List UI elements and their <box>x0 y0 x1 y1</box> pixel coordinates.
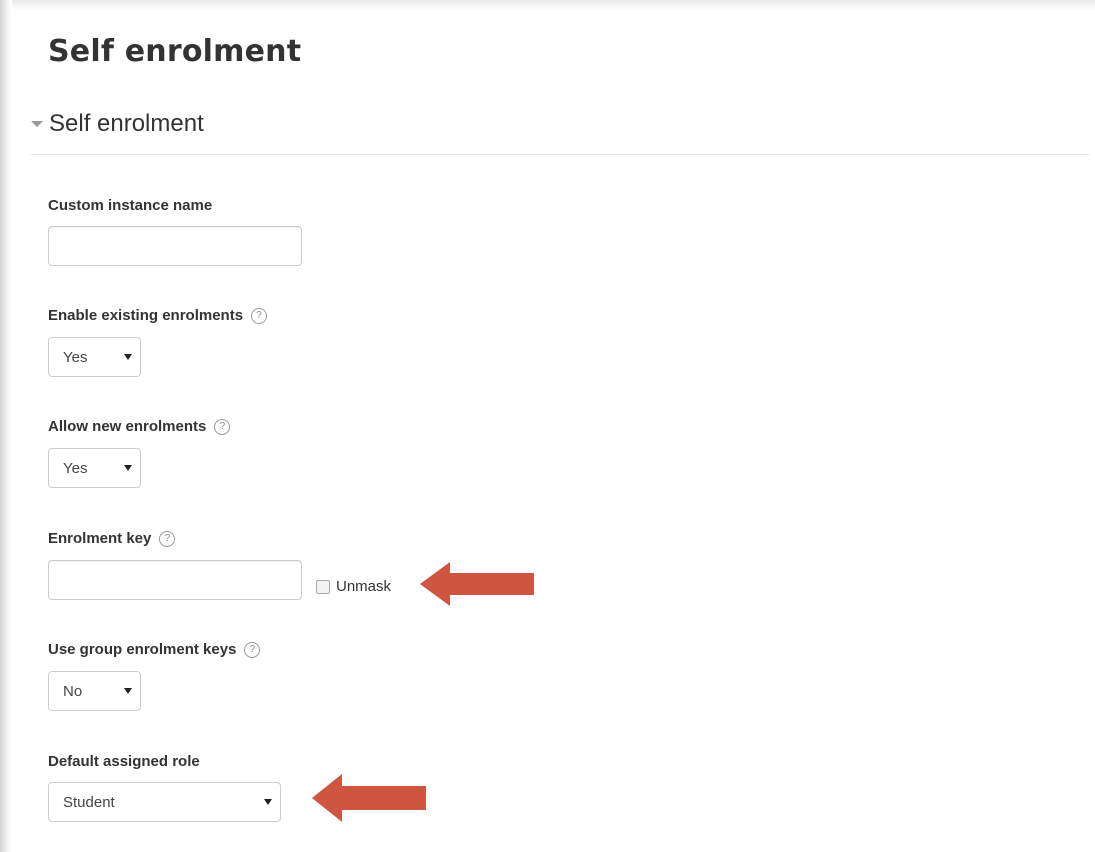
custom-instance-name-label-text: Custom instance name <box>48 197 213 214</box>
help-icon[interactable]: ? <box>251 307 268 324</box>
page-frame: Self enrolment Self enrolment Custom ins… <box>0 0 1095 852</box>
page-title: Self enrolment <box>48 34 302 69</box>
enable-existing-enrolments-label: Enable existing enrolments ? <box>48 307 268 324</box>
use-group-enrolment-keys-label-text: Use group enrolment keys <box>48 641 237 658</box>
allow-new-enrolments-select[interactable]: Yes <box>48 448 141 488</box>
caret-down-icon <box>124 465 132 471</box>
unmask-label-text[interactable]: Unmask <box>336 578 391 595</box>
enrolment-key-label-text: Enrolment key <box>48 530 152 547</box>
default-assigned-role-label-text: Default assigned role <box>48 753 200 770</box>
default-assigned-role-select[interactable]: Student <box>48 782 281 822</box>
help-icon[interactable]: ? <box>214 418 231 435</box>
frame-shadow-left <box>0 0 12 852</box>
enable-existing-enrolments-select[interactable]: Yes <box>48 337 141 377</box>
use-group-enrolment-keys-select[interactable]: No <box>48 671 141 711</box>
default-assigned-role-value: Student <box>63 793 115 811</box>
allow-new-enrolments-label: Allow new enrolments ? <box>48 418 231 435</box>
caret-down-icon <box>124 688 132 694</box>
use-group-enrolment-keys-label: Use group enrolment keys ? <box>48 641 261 658</box>
custom-instance-name-input[interactable] <box>48 226 302 266</box>
frame-shadow-top <box>0 0 1095 10</box>
fieldset-legend[interactable]: Self enrolment <box>31 110 204 138</box>
default-assigned-role-label: Default assigned role <box>48 753 200 770</box>
unmask-checkbox-label[interactable]: Unmask <box>316 578 391 595</box>
allow-new-enrolments-value: Yes <box>63 459 88 477</box>
chevron-down-icon[interactable] <box>31 121 43 127</box>
help-icon[interactable]: ? <box>159 530 176 547</box>
custom-instance-name-label: Custom instance name <box>48 197 212 214</box>
arrow-left-icon <box>420 562 534 606</box>
enable-existing-enrolments-label-text: Enable existing enrolments <box>48 307 244 324</box>
arrow-left-icon <box>312 774 426 822</box>
enable-existing-enrolments-value: Yes <box>63 348 88 366</box>
caret-down-icon <box>124 354 132 360</box>
help-icon[interactable]: ? <box>244 641 261 658</box>
allow-new-enrolments-label-text: Allow new enrolments <box>48 418 207 435</box>
use-group-enrolment-keys-value: No <box>63 682 83 700</box>
enrolment-key-input[interactable] <box>48 560 302 600</box>
unmask-checkbox[interactable] <box>316 579 330 594</box>
caret-down-icon <box>264 799 272 805</box>
fieldset-divider <box>31 154 1089 155</box>
fieldset-legend-label[interactable]: Self enrolment <box>49 110 204 138</box>
enrolment-key-label: Enrolment key ? <box>48 530 176 547</box>
